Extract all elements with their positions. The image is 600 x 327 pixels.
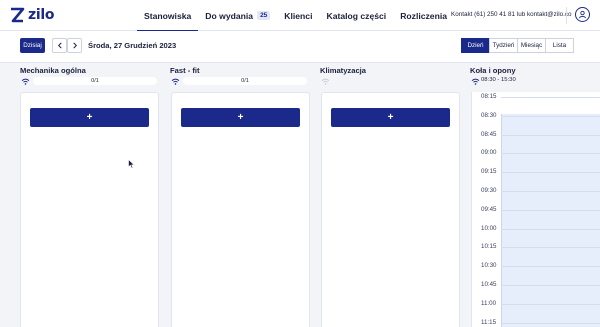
time-slot-label: 08:15 (481, 93, 497, 100)
top-bar: zilo Stanowiska Do wydania 25 Klienci Katalo… (0, 0, 600, 32)
next-day-button[interactable] (67, 38, 82, 53)
time-slot-label: 09:45 (481, 205, 497, 213)
time-slot-label: 10:15 (481, 243, 497, 251)
view-switcher: Dzień Tydzień Miesiąc Lista (461, 38, 574, 53)
view-list-button[interactable]: Lista (545, 38, 574, 53)
user-account-button[interactable] (575, 7, 590, 22)
time-slot-label: 08:30 (481, 111, 497, 119)
main-nav: Stanowiska Do wydania 25 Klienci Katalog czę… (137, 0, 454, 32)
nav-stanowiska[interactable]: Stanowiska (137, 0, 199, 32)
nav-klienci[interactable]: Klienci (277, 0, 319, 31)
working-hours-area[interactable] (501, 114, 600, 327)
station-title: Mechanika ogólna (20, 66, 86, 75)
station-hours: 08:30 - 15:30 (481, 77, 516, 83)
time-slot-label: 09:30 (481, 187, 497, 194)
time-slot-line (501, 228, 600, 230)
time-slot-line (501, 322, 600, 324)
time-slot-label: 10:00 (481, 224, 497, 232)
station-title: Fast - fit (170, 66, 200, 75)
view-day-button[interactable]: Dzień (461, 38, 490, 53)
nav-do-wydania[interactable]: Do wydania 25 (198, 0, 277, 31)
chevron-right-icon (72, 42, 77, 49)
zilo-logo[interactable]: zilo (9, 6, 54, 24)
add-appointment-button[interactable]: + (181, 108, 300, 127)
time-slot-line (501, 303, 600, 305)
time-slot-line (501, 172, 600, 174)
count-badge: 25 (257, 11, 271, 20)
time-slot-line (501, 134, 600, 136)
time-slot-line (501, 153, 600, 155)
time-slot-label: 10:30 (481, 262, 497, 270)
add-appointment-button[interactable]: + (30, 108, 149, 127)
wifi-icon (471, 78, 480, 85)
today-button[interactable]: Dzisiaj (20, 38, 45, 53)
station-column: + (20, 92, 159, 327)
brand-name: zilo (28, 7, 55, 23)
station-column: + (321, 92, 460, 327)
station-column: + (171, 92, 310, 327)
nav-katalog-czesci[interactable]: Katalog części (319, 0, 393, 31)
time-slot-line (501, 247, 600, 249)
station-progress: 0/1 (33, 77, 157, 85)
mouse-cursor-icon (128, 159, 135, 169)
zilo-logo-mark-icon (11, 7, 25, 23)
station-status (471, 77, 480, 85)
time-slot-line (501, 266, 600, 268)
station-progress: 0/1 (183, 77, 307, 85)
day-timeline[interactable]: 08:15 08:30 08:45 09:00 09:15 09:30 09:45 10:00… (471, 92, 600, 327)
view-week-button[interactable]: Tydzień (489, 38, 518, 53)
time-slot-label: 11:00 (481, 299, 497, 307)
station-status (171, 77, 180, 85)
station-title: Klimatyzacja (320, 66, 367, 75)
time-slot-label: 09:15 (481, 168, 497, 176)
time-slot-line (501, 115, 600, 117)
view-month-button[interactable]: Miesiąc (517, 38, 546, 53)
wifi-off-icon (321, 78, 330, 85)
add-appointment-button[interactable]: + (331, 108, 450, 127)
time-slot-label: 11:15 (481, 318, 497, 326)
station-status (321, 77, 330, 85)
time-slot-line (501, 97, 600, 98)
time-slot-line (501, 209, 600, 211)
prev-day-button[interactable] (52, 38, 67, 53)
wifi-icon (21, 78, 30, 85)
nav-item-label: Katalog części (326, 10, 387, 21)
user-circle-icon (579, 10, 586, 19)
station-title: Koła i opony (470, 66, 516, 75)
wifi-icon (171, 78, 180, 85)
station-status (21, 77, 30, 85)
time-slot-label: 10:45 (481, 281, 497, 288)
nav-rozliczenia[interactable]: Rozliczenia (393, 0, 454, 31)
contact-info: Kontakt (61) 250 41 81 lub kontakt@zilo.… (451, 11, 572, 18)
time-slot-line (501, 285, 600, 286)
nav-item-label: Rozliczenia (400, 10, 447, 21)
nav-item-label: Stanowiska (144, 10, 192, 21)
time-slot-line (501, 191, 600, 192)
current-date: Środa, 27 Grudzień 2023 (88, 41, 177, 50)
nav-item-label: Do wydania (205, 10, 254, 21)
chevron-left-icon (57, 42, 62, 49)
nav-item-label: Klienci (284, 10, 313, 21)
time-slot-label: 08:45 (481, 130, 497, 138)
calendar-toolbar: Dzisiaj Środa, 27 Grudzień 2023 Dzień Ty… (0, 31, 600, 63)
divider (566, 7, 567, 24)
time-slot-label: 09:00 (481, 149, 497, 157)
